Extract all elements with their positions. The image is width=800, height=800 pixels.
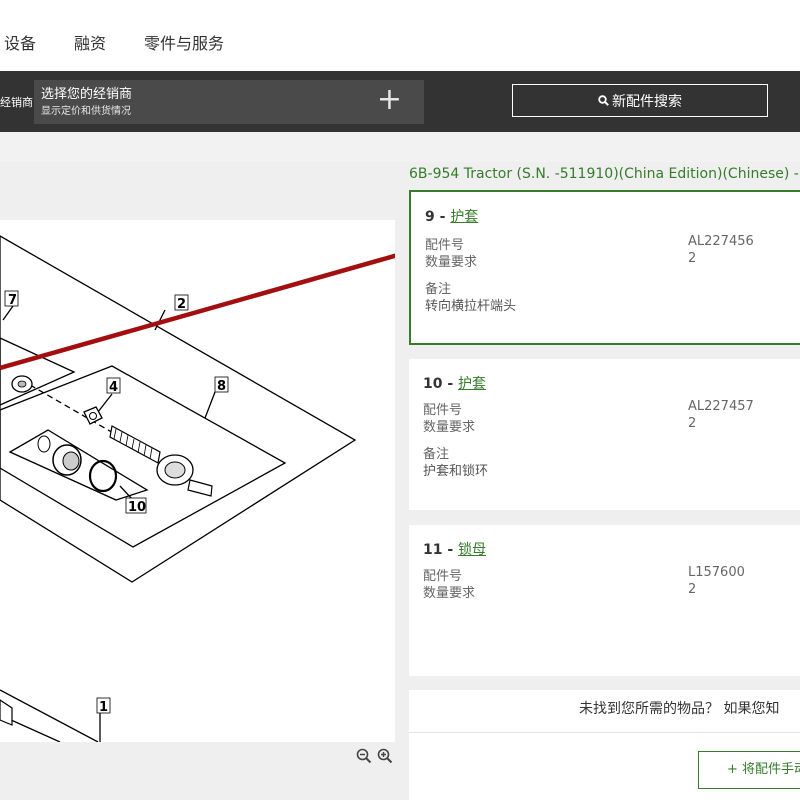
diagram-drawing: 7 2 4 8 10 1 [0,235,395,742]
part-card-9[interactable]: 9 - 护套 配件号 AL227456 数量要求 2 备注 转向横拉杆端头 [409,190,800,345]
zoom-out-icon[interactable] [356,748,372,764]
callout-1[interactable]: 1 [99,700,108,715]
note-value: 护套和锁环 [423,464,489,479]
note-value: 转向横拉杆端头 [425,299,517,314]
quantity-label: 数量要求 [423,586,476,601]
search-icon [598,95,609,106]
highlight-leader-line [0,253,395,371]
not-found-message: 未找到您所需的物品？ 如果您知 [579,701,780,717]
part-number-value: AL227457 [688,399,754,414]
part-name-link[interactable]: 护套 [458,376,486,392]
quantity-label: 数量要求 [425,255,478,270]
part-number-value: L157600 [688,565,745,580]
dealer-label: 经销商 [0,96,33,109]
divider [409,732,800,733]
dealer-title: 选择您的经销商 [41,87,133,102]
part-card-10[interactable]: 10 - 护套 配件号 AL227457 数量要求 2 备注 护套和锁环 [409,359,800,510]
part-header: 11 - 锁母 [423,542,487,558]
select-dealer-button[interactable]: 选择您的经销商 显示定价和供货情况 + [34,80,424,124]
quantity-value: 2 [688,251,697,266]
part-card-11[interactable]: 11 - 锁母 配件号 L157600 数量要求 2 [409,525,800,676]
part-number-value: AL227456 [688,234,754,249]
nav-equipment[interactable]: 设备 [4,30,36,54]
part-header: 9 - 护套 [425,209,479,225]
manual-add-part-button[interactable]: + 将配件手动 [698,751,800,789]
dealer-subtitle: 显示定价和供货情况 [41,106,131,117]
callout-10[interactable]: 10 [128,500,146,515]
part-name-link[interactable]: 锁母 [458,542,486,558]
quantity-label: 数量要求 [423,420,476,435]
top-nav: 设备 融资 零件与服务 [0,0,800,71]
plus-icon: + [376,82,402,117]
tie-rod-drawing [0,375,213,726]
parts-diagram[interactable]: 7 2 4 8 10 1 [0,220,395,742]
nav-parts-service[interactable]: 零件与服务 [144,30,224,54]
outer-panel-outline [0,235,357,583]
callout-8[interactable]: 8 [217,379,226,394]
page-title: 6B-954 Tractor (S.N. -511910)(China Edit… [409,166,800,182]
quantity-value: 2 [688,416,697,431]
part-name-link[interactable]: 护套 [450,209,478,225]
nav-financing[interactable]: 融资 [74,30,106,54]
part-header: 10 - 护套 [423,376,487,392]
callout-2[interactable]: 2 [177,297,186,312]
search-button-label: 新配件搜索 [612,93,682,110]
inner-panel-outline [0,365,287,548]
new-parts-search-button[interactable]: 新配件搜索 [512,84,768,117]
callout-4[interactable]: 4 [109,380,118,395]
quantity-value: 2 [688,582,697,597]
zoom-in-icon[interactable] [377,748,393,764]
not-found-panel: 未找到您所需的物品？ 如果您知 + 将配件手动 [409,690,800,800]
content-strip [0,132,800,162]
callout-7[interactable]: 7 [8,293,17,308]
